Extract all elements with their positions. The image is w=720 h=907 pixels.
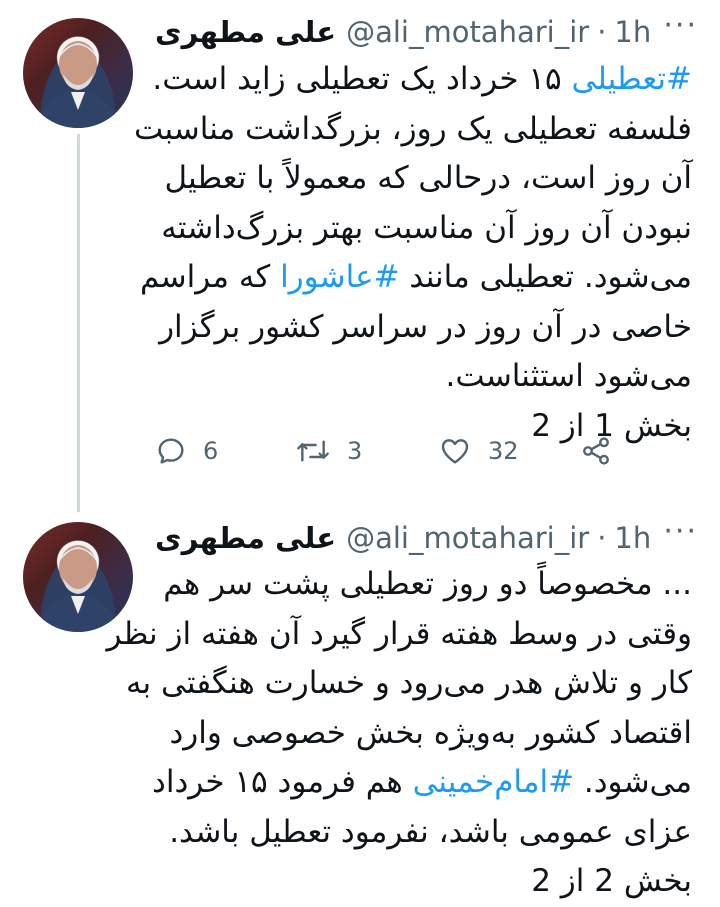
tweet-line: #تعطیلی ۱۵ خرداد یک تعطیلی زاید است. bbox=[152, 55, 692, 105]
tweet-line: می‌شود. تعطیلی مانند #عاشورا که مراسم bbox=[140, 253, 692, 303]
tweet-timestamp[interactable]: 1h bbox=[614, 15, 651, 49]
separator-dot: · bbox=[597, 521, 607, 555]
tweet-2[interactable]: علی مطهری @ali_motahari_ir · 1h ··· ... … bbox=[0, 500, 720, 899]
tweet-timestamp[interactable]: 1h bbox=[614, 521, 651, 555]
author-name[interactable]: علی مطهری bbox=[155, 521, 336, 555]
tweet-line: فلسفه تعطیلی یک روز، بزرگداشت مناسبت bbox=[134, 110, 692, 147]
more-options-button[interactable]: ··· bbox=[663, 8, 698, 43]
tweet-text-segment: می‌شود. bbox=[574, 764, 692, 800]
tweet-header: علی مطهری @ali_motahari_ir · 1h bbox=[155, 518, 720, 558]
author-handle[interactable]: @ali_motahari_ir bbox=[346, 521, 589, 555]
tweet-1[interactable]: علی مطهری @ali_motahari_ir · 1h ··· #تعط… bbox=[0, 0, 720, 500]
tweet-text: ... مخصوصاً دو روز تعطیلی پشت سر هم وقتی… bbox=[106, 560, 692, 907]
tweet-line: وقتی در وسط هفته قرار گیرد آن هفته از نظ… bbox=[106, 615, 692, 652]
more-dots-icon: ··· bbox=[663, 8, 698, 43]
avatar-portrait-icon bbox=[37, 41, 119, 128]
reply-button[interactable]: 6 bbox=[155, 435, 218, 467]
tweet-header: علی مطهری @ali_motahari_ir · 1h bbox=[155, 12, 720, 52]
tweet-line: خاصی در آن روز در سراسر کشور برگزار bbox=[159, 308, 692, 345]
reply-icon bbox=[158, 438, 184, 464]
tweet-text-segment: می‌شود. تعطیلی مانند bbox=[399, 259, 692, 295]
tweet-text-segment: که مراسم bbox=[140, 259, 281, 295]
author-handle[interactable]: @ali_motahari_ir bbox=[346, 15, 589, 49]
retweet-icon bbox=[297, 440, 329, 462]
author-name[interactable]: علی مطهری bbox=[155, 15, 336, 49]
more-options-button[interactable]: ··· bbox=[663, 514, 698, 549]
tweet-line: اقتصاد کشور به‌ویژه بخش خصوصی وارد bbox=[169, 714, 692, 751]
tweet-line: می‌شود استثناست. bbox=[445, 358, 692, 394]
retweet-count: 3 bbox=[347, 437, 363, 465]
tweet-line: نبودن آن روز آن مناسبت بهتر بزرگ‌داشته bbox=[161, 209, 692, 246]
hashtag-link[interactable]: #تعطیلی bbox=[572, 61, 692, 97]
heart-icon bbox=[441, 439, 469, 464]
hashtag-link[interactable]: #عاشورا bbox=[280, 259, 400, 295]
more-dots-icon: ··· bbox=[663, 514, 698, 549]
share-icon bbox=[583, 437, 609, 465]
separator-dot: · bbox=[597, 15, 607, 49]
share-button[interactable] bbox=[580, 435, 628, 467]
tweet-line: می‌شود. #امام‌خمینی هم فرمود ۱۵ خرداد bbox=[152, 758, 692, 808]
tweet-line: ... مخصوصاً دو روز تعطیلی پشت سر هم bbox=[163, 566, 692, 602]
tweet-text-segment: ۱۵ خرداد یک تعطیلی زاید است. bbox=[152, 61, 572, 97]
tweet-text: #تعطیلی ۱۵ خرداد یک تعطیلی زاید است. فلس… bbox=[134, 55, 692, 451]
avatar[interactable] bbox=[23, 18, 133, 128]
tweet-line: عزای عمومی باشد، نفرمود تعطیل باشد. bbox=[169, 813, 692, 850]
like-count: 32 bbox=[488, 437, 519, 465]
tweet-text-segment: هم فرمود ۱۵ خرداد bbox=[152, 764, 413, 800]
like-button[interactable]: 32 bbox=[438, 435, 519, 467]
tweet-line: کار و تلاش هدر می‌رود و خسارت هنگفتی به bbox=[125, 665, 692, 701]
retweet-button[interactable]: 3 bbox=[295, 435, 362, 467]
hashtag-link[interactable]: #امام‌خمینی bbox=[413, 764, 574, 800]
tweet-line: آن روز است، درحالی که معمولاً با تعطیل bbox=[164, 160, 692, 196]
thread-part-label: بخش 2 از 2 bbox=[531, 863, 692, 899]
reply-count: 6 bbox=[203, 437, 219, 465]
tweet-actions: 6 3 32 bbox=[155, 435, 625, 479]
